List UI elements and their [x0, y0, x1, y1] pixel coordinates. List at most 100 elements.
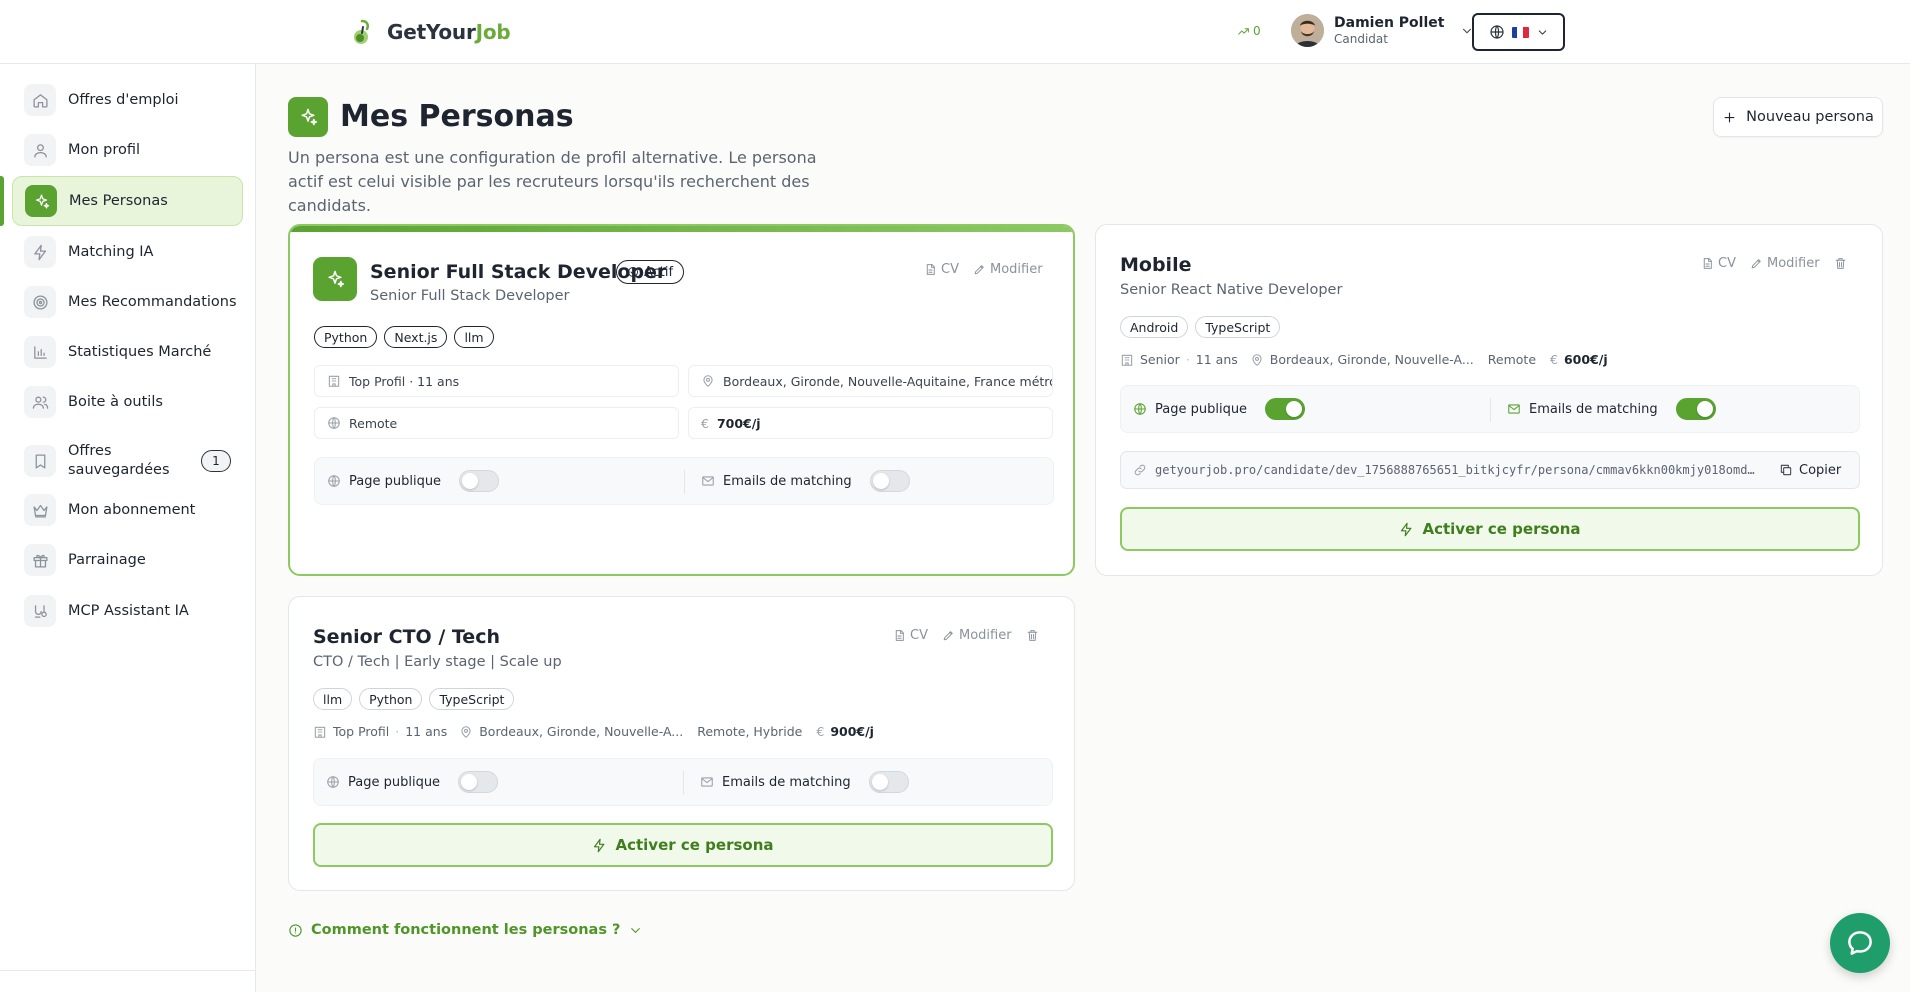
- sidebar-item-statistiques[interactable]: Statistiques Marché: [12, 327, 243, 377]
- sidebar: Offres d'emploi Mon profil Mes Personas …: [0, 64, 256, 992]
- matching-emails-toggle-row: Emails de matching: [701, 458, 910, 504]
- activate-persona-button[interactable]: Activer ce persona: [1120, 507, 1860, 551]
- euro-icon: €: [701, 415, 709, 431]
- persona-subtitle: Senior React Native Developer: [1120, 282, 1343, 298]
- public-url: getyourjob.pro/candidate/dev_17568887656…: [1155, 463, 1755, 477]
- globe-icon: [328, 475, 340, 487]
- language-selector[interactable]: [1472, 13, 1565, 51]
- link-icon: [1134, 464, 1146, 476]
- page-title: Mes Personas: [340, 99, 574, 134]
- chat-support-button[interactable]: [1830, 913, 1890, 973]
- sidebar-item-offres-sauvegardees[interactable]: Offres sauvegardées 1: [12, 432, 243, 490]
- divider: [683, 771, 684, 795]
- skill-tag: TypeScript: [1195, 316, 1281, 338]
- trending-up-icon: [1238, 27, 1249, 35]
- page-icon: [288, 97, 328, 137]
- cv-button[interactable]: CV: [924, 262, 959, 277]
- sidebar-item-abonnement[interactable]: Mon abonnement: [12, 485, 243, 535]
- brand-name: GetYourJob: [387, 20, 511, 44]
- persona-card-cto: Senior CTO / Tech CTO / Tech | Early sta…: [288, 596, 1075, 891]
- skill-tag: Android: [1120, 316, 1189, 338]
- edit-button[interactable]: Modifier: [973, 262, 1043, 277]
- public-page-toggle[interactable]: [458, 771, 499, 793]
- matching-emails-toggle[interactable]: [1675, 398, 1716, 420]
- globe-icon: [1489, 25, 1504, 39]
- sidebar-item-label: Statistiques Marché: [68, 344, 212, 360]
- level-info: Top Profil · 11 ans: [314, 365, 679, 397]
- persona-subtitle: Senior Full Stack Developer: [370, 288, 570, 304]
- matching-emails-toggle-row: Emails de matching: [700, 759, 909, 805]
- sidebar-item-offres-emploi[interactable]: Offres d'emploi: [12, 75, 243, 125]
- persona-title: Mobile: [1120, 254, 1192, 276]
- building-icon: [314, 726, 326, 738]
- pencil-icon: [1751, 259, 1761, 269]
- public-page-toggle[interactable]: [459, 470, 500, 492]
- building-icon: [328, 375, 340, 387]
- active-badge: Actif: [616, 260, 685, 284]
- france-flag-icon: [1511, 26, 1529, 38]
- map-pin-icon: [703, 375, 713, 387]
- target-icon: [32, 294, 48, 310]
- new-persona-button[interactable]: Nouveau persona: [1713, 97, 1883, 137]
- sidebar-item-mes-personas[interactable]: Mes Personas: [12, 176, 243, 226]
- euro-icon: €: [1550, 352, 1558, 367]
- skill-tag: llm: [313, 688, 353, 710]
- edit-button[interactable]: Modifier: [942, 628, 1012, 643]
- edit-button[interactable]: Modifier: [1750, 256, 1820, 271]
- sidebar-item-label: Matching IA: [68, 244, 154, 260]
- public-page-toggle[interactable]: [1265, 398, 1306, 420]
- info-icon: [289, 923, 302, 937]
- sparkles-icon: [301, 108, 318, 126]
- matching-emails-toggle[interactable]: [868, 771, 909, 793]
- users-icon: [32, 396, 48, 409]
- matching-emails-toggle-row: Emails de matching: [1507, 386, 1716, 432]
- cv-button[interactable]: CV: [1701, 256, 1736, 271]
- home-icon: [32, 93, 48, 108]
- sidebar-item-recommandations[interactable]: Mes Recommandations: [12, 277, 243, 327]
- sidebar-item-label: Mon abonnement: [68, 502, 196, 518]
- bar-chart-icon: [33, 345, 47, 359]
- zap-icon: [594, 838, 605, 852]
- sidebar-item-mcp-assistant[interactable]: MCP Assistant IA: [12, 586, 243, 636]
- active-indicator: [0, 176, 4, 226]
- user-menu[interactable]: Damien Pollet Candidat: [1291, 14, 1474, 47]
- plus-icon: [1724, 112, 1735, 122]
- card-actions: CV Modifier: [924, 262, 1043, 277]
- globe-icon: [327, 776, 339, 788]
- active-card-accent: [290, 226, 1073, 232]
- cv-button[interactable]: CV: [893, 628, 928, 643]
- persona-avatar: [313, 257, 357, 301]
- sidebar-item-parrainage[interactable]: Parrainage: [12, 535, 243, 585]
- chat-bubble-icon: [1848, 931, 1872, 955]
- user-name: Damien Pollet: [1334, 15, 1445, 31]
- skill-tags: Android TypeScript: [1120, 316, 1281, 338]
- logo-icon: [354, 19, 370, 44]
- skill-tag: TypeScript: [429, 688, 515, 710]
- delete-button[interactable]: [1834, 257, 1847, 270]
- euro-icon: €: [816, 724, 825, 739]
- brand-logo[interactable]: GetYourJob: [349, 17, 511, 47]
- public-page-toggle-row: Page publique: [1133, 386, 1306, 432]
- work-mode-info: Remote: [314, 407, 679, 439]
- gift-icon: [32, 554, 48, 568]
- sidebar-item-matching-ia[interactable]: Matching IA: [12, 227, 243, 277]
- card-actions: CV Modifier: [1701, 256, 1847, 271]
- building-icon: [1121, 354, 1133, 366]
- file-icon: [895, 630, 904, 641]
- location-info: Bordeaux, Gironde, Nouvelle-Aquitaine, F…: [688, 365, 1053, 397]
- sidebar-item-boite-outils[interactable]: Boite à outils: [12, 377, 243, 427]
- copy-url-button[interactable]: Copier: [1779, 463, 1841, 478]
- zap-icon: [1401, 522, 1412, 536]
- sidebar-item-mon-profil[interactable]: Mon profil: [12, 125, 243, 175]
- zap-icon: [33, 244, 46, 260]
- activate-persona-button[interactable]: Activer ce persona: [313, 823, 1053, 867]
- sidebar-item-label: Mes Personas: [69, 193, 168, 209]
- file-icon: [926, 264, 935, 275]
- personas-faq-toggle[interactable]: Comment fonctionnent les personas ?: [288, 922, 643, 938]
- sidebar-item-label: Boite à outils: [68, 394, 163, 410]
- delete-button[interactable]: [1026, 629, 1039, 642]
- check-circle-icon: [628, 267, 638, 277]
- chevron-down-icon: [1538, 29, 1546, 35]
- pencil-icon: [974, 265, 984, 275]
- matching-emails-toggle[interactable]: [869, 470, 910, 492]
